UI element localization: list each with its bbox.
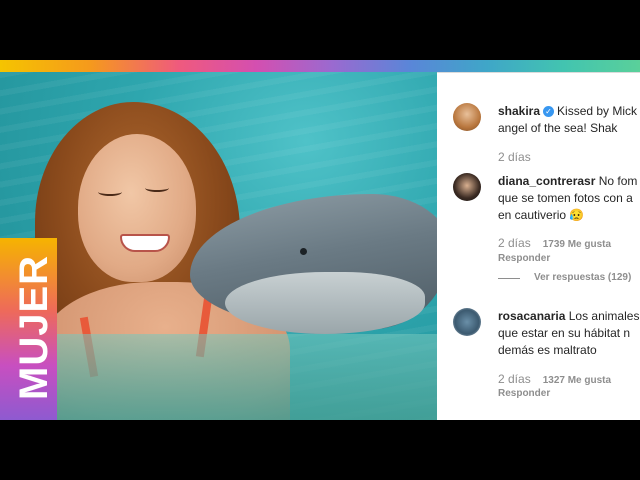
comment-meta: 2 días 1739 Me gusta [498, 236, 611, 250]
rainbow-stripe [0, 60, 640, 72]
comment-meta: 2 días 1327 Me gusta [498, 372, 611, 386]
reply-button[interactable]: Responder [498, 253, 550, 264]
commenter-avatar[interactable] [453, 173, 481, 201]
smile [120, 234, 170, 252]
reply-button[interactable]: Responder [498, 388, 550, 399]
comment-line-3: demás es maltrato [498, 343, 597, 357]
comments-panel: shakira ✓ Kissed by Mick angel of the sea!… [437, 72, 640, 420]
view-replies-line [498, 278, 520, 279]
dolphin-belly [225, 272, 425, 334]
comment-likes[interactable]: 1739 Me gusta [543, 239, 611, 250]
commenter-username[interactable]: rosacanaria [498, 309, 565, 323]
post-caption: shakira ✓ Kissed by Mick angel of the sea!… [498, 103, 637, 137]
post-photo[interactable] [0, 72, 437, 420]
panel-divider [437, 72, 640, 73]
eye [98, 188, 122, 196]
author-avatar[interactable] [453, 103, 481, 131]
caption-line-2: angel of the sea! Shak [498, 121, 618, 135]
comment-text: rosacanaria Los animales que estar en su… [498, 308, 639, 359]
eye [145, 184, 169, 192]
comment-time: 2 días [498, 372, 531, 386]
dolphin-eye [300, 248, 307, 255]
letterbox-bottom [0, 420, 640, 480]
view-replies-button[interactable]: Ver respuestas (129) [534, 272, 631, 283]
comment-likes[interactable]: 1327 Me gusta [543, 375, 611, 386]
commenter-avatar[interactable] [453, 308, 481, 336]
comment-time: 2 días [498, 236, 531, 250]
comment-line-1: Los animales [568, 309, 640, 323]
caption-line-1: Kissed by Mick [557, 104, 638, 118]
water-surface [0, 334, 437, 420]
commenter-username[interactable]: diana_contrerasr [498, 174, 595, 188]
comment-line-2: que se tomen fotos con a [498, 191, 633, 205]
brand-label: MUJER [12, 254, 56, 400]
comment-line-3: en cautiverio 😥 [498, 208, 585, 222]
letterbox-top [0, 0, 640, 60]
woman-face [78, 134, 196, 282]
comment-line-2: que estar en su hábitat n [498, 326, 631, 340]
comment-text: diana_contrerasr No fom que se tomen fot… [498, 173, 637, 224]
author-username[interactable]: shakira [498, 104, 540, 118]
comment-line-1: No fom [598, 174, 638, 188]
post-time: 2 días [498, 150, 531, 164]
verified-badge-icon: ✓ [543, 106, 555, 117]
